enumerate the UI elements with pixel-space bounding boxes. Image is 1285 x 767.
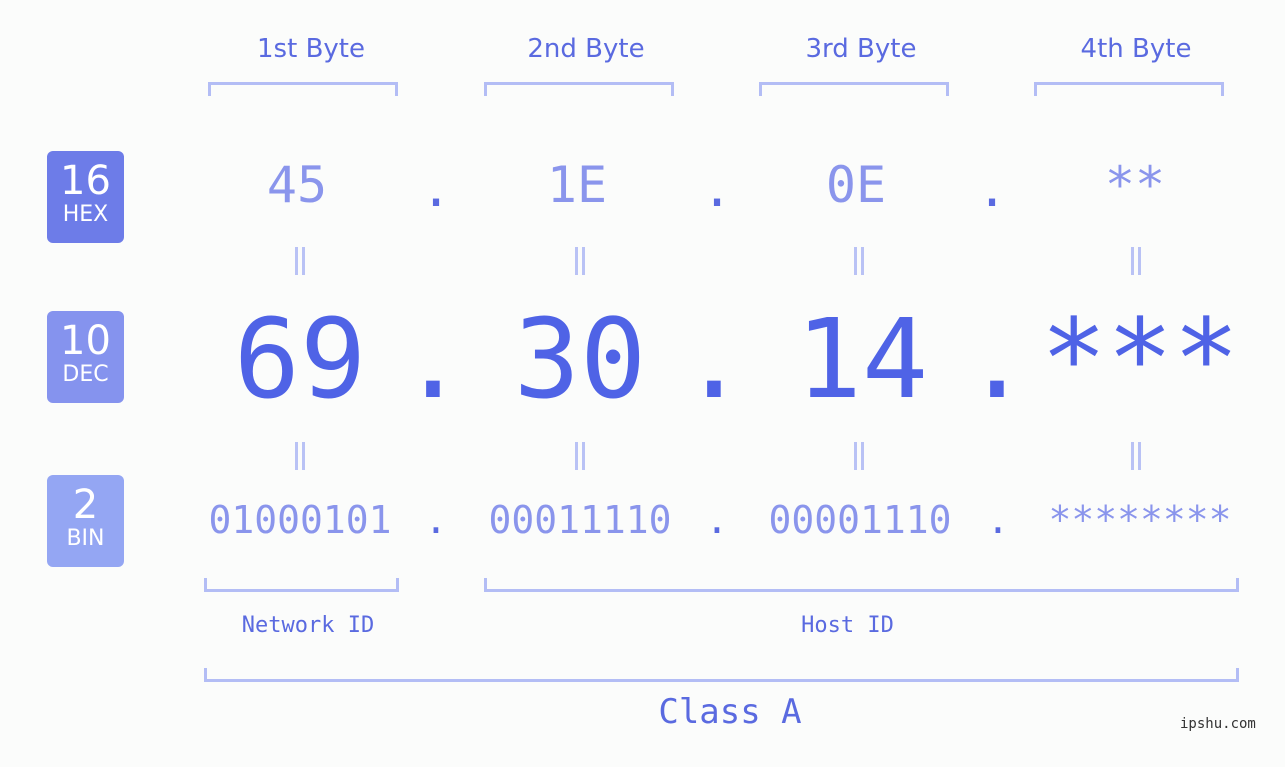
dec-byte-4: *** <box>1040 295 1240 423</box>
watermark: ipshu.com <box>1180 716 1256 732</box>
dec-byte-3: 14 <box>795 295 929 423</box>
hex-separator-3: . <box>976 160 1008 218</box>
network-id-bracket <box>204 578 399 592</box>
bin-separator-2: . <box>705 498 729 542</box>
equals-icon <box>570 442 590 470</box>
hex-separator-2: . <box>701 160 733 218</box>
byte-header-2: 2nd Byte <box>527 34 645 64</box>
dec-separator-1: . <box>399 295 467 423</box>
equals-icon <box>849 247 869 275</box>
bin-separator-1: . <box>424 498 448 542</box>
bin-separator-3: . <box>986 498 1010 542</box>
byte-bracket-3 <box>759 82 949 96</box>
hex-badge-label: HEX <box>62 202 109 227</box>
dec-separator-2: . <box>680 295 748 423</box>
bin-badge-number: 2 <box>72 482 99 528</box>
hex-byte-3: 0E <box>825 156 887 214</box>
byte-header-3: 3rd Byte <box>805 34 917 64</box>
class-bracket <box>204 668 1239 682</box>
byte-header-4: 4th Byte <box>1080 34 1192 64</box>
equals-icon <box>1126 247 1146 275</box>
hex-badge: 16 HEX <box>47 151 124 243</box>
bin-badge-label: BIN <box>66 526 105 551</box>
dec-byte-2: 30 <box>513 295 647 423</box>
network-id-label: Network ID <box>241 613 375 638</box>
equals-icon <box>1126 442 1146 470</box>
hex-byte-2: 1E <box>546 156 608 214</box>
hex-separator-1: . <box>420 160 452 218</box>
host-id-bracket <box>484 578 1239 592</box>
bin-byte-4: ******** <box>1048 498 1232 542</box>
dec-separator-3: . <box>963 295 1031 423</box>
bin-byte-1: 01000101 <box>208 498 392 542</box>
bin-badge: 2 BIN <box>47 475 124 567</box>
byte-bracket-2 <box>484 82 674 96</box>
class-label: Class A <box>658 692 802 732</box>
bin-byte-2: 00011110 <box>488 498 672 542</box>
equals-icon <box>290 442 310 470</box>
bin-byte-3: 00001110 <box>768 498 952 542</box>
host-id-label: Host ID <box>801 613 894 638</box>
dec-badge-number: 10 <box>60 318 111 364</box>
dec-badge-label: DEC <box>62 362 109 387</box>
equals-icon <box>849 442 869 470</box>
hex-badge-number: 16 <box>60 158 111 204</box>
hex-byte-4: ** <box>1104 156 1166 214</box>
byte-bracket-1 <box>208 82 398 96</box>
byte-header-1: 1st Byte <box>257 34 365 64</box>
equals-icon <box>570 247 590 275</box>
dec-badge: 10 DEC <box>47 311 124 403</box>
hex-byte-1: 45 <box>266 156 328 214</box>
byte-bracket-4 <box>1034 82 1224 96</box>
dec-byte-1: 69 <box>233 295 367 423</box>
equals-icon <box>290 247 310 275</box>
